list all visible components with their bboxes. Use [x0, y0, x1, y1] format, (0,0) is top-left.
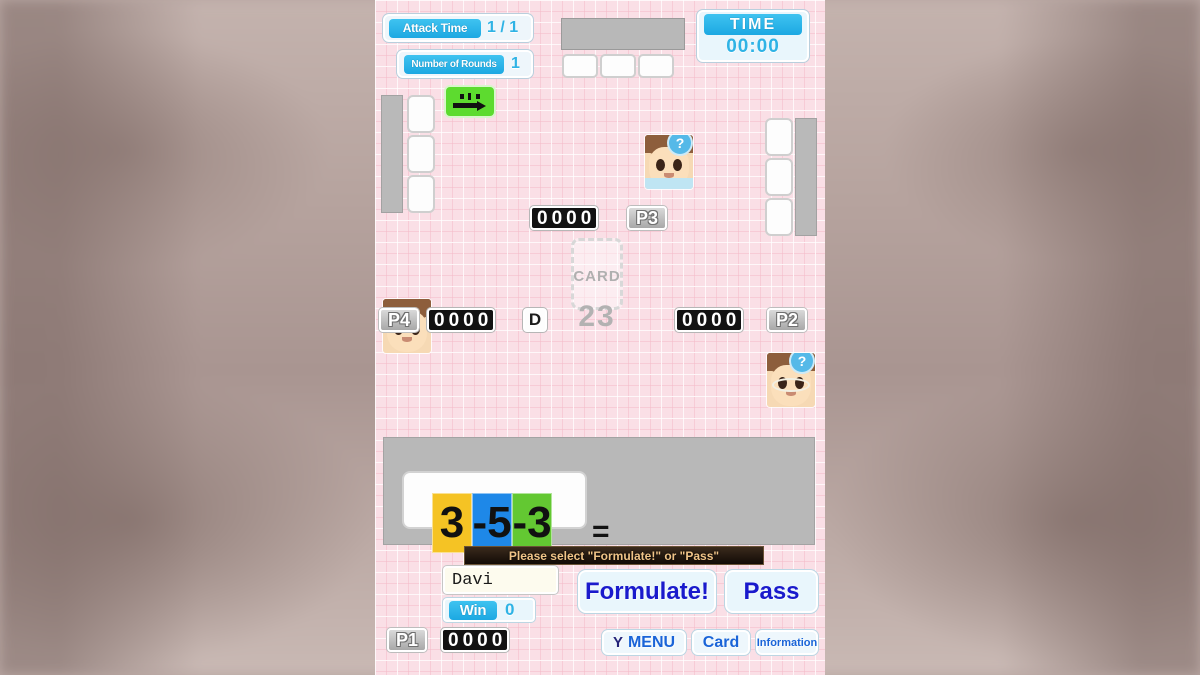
attack-time-label: Attack Time [389, 18, 481, 38]
time-label: TIME [704, 14, 802, 35]
score-digit: 0 [434, 309, 445, 331]
score-p4: 0 0 0 0 [427, 308, 496, 332]
dealer-badge-p4: D [523, 308, 547, 332]
score-p3: 0 0 0 0 [530, 206, 599, 230]
score-digit: 0 [448, 309, 460, 331]
score-digit: 0 [725, 309, 737, 331]
card-slot[interactable] [407, 135, 435, 173]
score-digit: 0 [448, 629, 459, 651]
score-digit: 0 [491, 629, 503, 651]
score-digit: 0 [696, 309, 708, 331]
direction-dots-icon [460, 92, 480, 100]
attack-time-value: 1 / 1 [487, 19, 519, 36]
score-digit: 0 [682, 309, 693, 331]
card-slot[interactable] [562, 54, 598, 78]
top-player-tray [561, 18, 685, 50]
status-message: Please select "Formulate!" or "Pass" [464, 546, 764, 565]
pass-button[interactable]: Pass [725, 570, 818, 613]
deck-count: 23 [578, 300, 616, 333]
time-value: 00:00 [726, 36, 780, 57]
score-digit: 0 [477, 309, 489, 331]
card-slot[interactable] [638, 54, 674, 78]
score-p1: 0 0 0 0 [441, 628, 510, 652]
player-tag-p1: P1 [387, 628, 427, 652]
game-screen: Attack Time 1 / 1 Number of Rounds 1 TIM… [375, 0, 825, 675]
player-name-field[interactable]: Davi [443, 566, 558, 594]
top-card-slots [562, 54, 674, 78]
equals-sign: = [592, 515, 610, 548]
win-value: 0 [505, 600, 515, 619]
player-tag-p3: P3 [627, 206, 667, 230]
player-tag-p2: P2 [767, 308, 807, 332]
card-slot[interactable] [407, 175, 435, 213]
card-slot[interactable] [600, 54, 636, 78]
card-slot[interactable] [765, 158, 793, 196]
win-label: Win [449, 600, 497, 620]
y-key-label: Y [612, 634, 623, 651]
score-digit: 0 [537, 207, 548, 229]
score-digit: 0 [711, 309, 722, 331]
time-panel: TIME 00:00 [697, 10, 809, 62]
formulate-button[interactable]: Formulate! [578, 570, 716, 613]
number-of-rounds-label: Number of Rounds [404, 54, 504, 74]
menu-label: MENU [627, 633, 676, 651]
card-slot[interactable] [765, 118, 793, 156]
direction-arrow-icon [453, 100, 487, 111]
number-of-rounds-badge: Number of Rounds 1 [397, 50, 533, 78]
avatar-p2[interactable]: ? [767, 353, 815, 407]
turn-direction-icon[interactable] [444, 85, 496, 118]
menu-button[interactable]: Y MENU [602, 630, 686, 655]
score-digit: 0 [566, 207, 577, 229]
avatar-p3[interactable]: ? [645, 135, 693, 189]
left-player-tray [381, 95, 403, 213]
attack-time-badge: Attack Time 1 / 1 [383, 14, 533, 42]
information-button[interactable]: Information [756, 630, 818, 655]
number-tile[interactable]: -3 [512, 493, 552, 553]
right-player-tray [795, 118, 817, 236]
number-tile[interactable]: 3 [432, 493, 472, 553]
card-slot[interactable] [765, 198, 793, 236]
screenshot-root: Attack Time 1 / 1 Number of Rounds 1 TIM… [0, 0, 1200, 675]
deck-label: CARD [573, 268, 621, 285]
win-counter: Win 0 [443, 598, 535, 622]
score-p2: 0 0 0 0 [675, 308, 744, 332]
card-button[interactable]: Card [692, 630, 750, 655]
right-card-slots [765, 118, 793, 236]
score-digit: 0 [477, 629, 488, 651]
number-of-rounds-value: 1 [511, 55, 520, 72]
formula-tiles: 3 -5 -3 [432, 493, 552, 553]
score-digit: 0 [463, 309, 474, 331]
score-digit: 0 [551, 207, 563, 229]
player-name-value: Davi [452, 570, 493, 590]
player-tag-p4: P4 [379, 308, 419, 332]
formula-panel: 3 -5 -3 = Please select "Formulate!" or … [383, 437, 815, 565]
score-digit: 0 [580, 207, 592, 229]
left-card-slots [407, 95, 435, 213]
card-slot[interactable] [407, 95, 435, 133]
score-digit: 0 [462, 629, 474, 651]
number-tile[interactable]: -5 [472, 493, 512, 553]
formula-tray[interactable]: 3 -5 -3 = [402, 471, 610, 553]
